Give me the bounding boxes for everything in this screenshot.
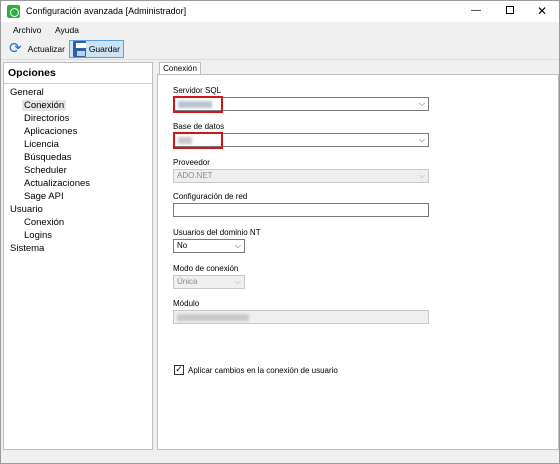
save-label: Guardar bbox=[88, 44, 120, 54]
tree-item-usuario[interactable]: Usuario bbox=[10, 204, 43, 215]
tree-item-general[interactable]: General bbox=[10, 87, 44, 98]
check-icon: ✓ bbox=[175, 365, 183, 375]
proveedor-label: Proveedor bbox=[173, 158, 210, 167]
chevron-down-icon: ⌵ bbox=[418, 171, 425, 180]
base-label: Base de datos bbox=[173, 122, 225, 131]
status-bar bbox=[1, 452, 559, 463]
chevron-down-icon: ⌵ bbox=[234, 277, 241, 286]
proveedor-combo: ADO.NET ⌵ bbox=[173, 169, 429, 183]
minimize-icon: — bbox=[471, 5, 481, 16]
servidor-label: Servidor SQL bbox=[173, 86, 222, 95]
modulo-label: Módulo bbox=[173, 299, 200, 308]
tree-item-actualizaciones[interactable]: Actualizaciones bbox=[24, 178, 90, 189]
maximize-button[interactable] bbox=[495, 1, 525, 22]
tree-item-logins[interactable]: Logins bbox=[24, 230, 52, 241]
menu-bar: Archivo Ayuda bbox=[1, 22, 559, 38]
chevron-down-icon: ⌵ bbox=[234, 241, 241, 250]
usuarios-nt-value: No bbox=[177, 241, 188, 250]
menu-archivo[interactable]: Archivo bbox=[13, 25, 41, 35]
options-title: Opciones bbox=[8, 67, 56, 79]
window-title: Configuración avanzada [Administrador] bbox=[26, 6, 187, 16]
options-divider bbox=[4, 83, 152, 84]
close-button[interactable]: ✕ bbox=[527, 1, 557, 22]
toolbar: Actualizar Guardar bbox=[1, 38, 559, 60]
tree-item-sage-api[interactable]: Sage API bbox=[24, 191, 64, 202]
modo-combo: Única ⌵ bbox=[173, 275, 245, 289]
tree-item-sistema[interactable]: Sistema bbox=[10, 243, 44, 254]
save-icon bbox=[73, 41, 86, 57]
apply-changes-checkbox[interactable]: ✓ bbox=[174, 365, 184, 375]
proveedor-value: ADO.NET bbox=[177, 171, 213, 180]
modo-value: Única bbox=[177, 277, 198, 286]
tree-item-usuario-conexion[interactable]: Conexión bbox=[24, 217, 64, 228]
red-input[interactable] bbox=[173, 203, 429, 217]
tree-item-aplicaciones[interactable]: Aplicaciones bbox=[24, 126, 77, 137]
close-icon: ✕ bbox=[536, 4, 548, 18]
tab-content: Servidor SQL ⌵ Base de datos ⌵ Proveedor… bbox=[157, 74, 559, 450]
minimize-button[interactable]: — bbox=[461, 1, 491, 22]
refresh-label: Actualizar bbox=[27, 44, 65, 54]
refresh-button[interactable]: Actualizar bbox=[6, 39, 68, 58]
refresh-icon bbox=[9, 39, 25, 57]
maximize-icon bbox=[506, 6, 514, 15]
modulo-value-redacted bbox=[177, 314, 249, 321]
app-window: Configuración avanzada [Administrador] —… bbox=[0, 0, 560, 464]
tree-item-busquedas[interactable]: Búsquedas bbox=[24, 152, 72, 163]
content-panel: Conexión Servidor SQL ⌵ Base de datos ⌵ … bbox=[157, 62, 559, 450]
options-panel: Opciones General Conexión Directorios Ap… bbox=[3, 62, 153, 450]
base-highlight bbox=[173, 132, 223, 149]
chevron-down-icon: ⌵ bbox=[418, 135, 425, 144]
chevron-down-icon: ⌵ bbox=[418, 99, 425, 108]
usuarios-nt-combo[interactable]: No ⌵ bbox=[173, 239, 245, 253]
save-button[interactable]: Guardar bbox=[69, 40, 124, 58]
apply-changes-label: Aplicar cambios en la conexión de usuari… bbox=[188, 366, 338, 375]
tree-item-directorios[interactable]: Directorios bbox=[24, 113, 69, 124]
menu-ayuda[interactable]: Ayuda bbox=[55, 25, 79, 35]
modulo-input bbox=[173, 310, 429, 324]
modo-label: Modo de conexión bbox=[173, 264, 239, 273]
servidor-highlight bbox=[173, 96, 223, 113]
tree-item-scheduler[interactable]: Scheduler bbox=[24, 165, 67, 176]
title-bar: Configuración avanzada [Administrador] —… bbox=[1, 1, 559, 22]
app-icon bbox=[7, 5, 20, 18]
tree-item-licencia[interactable]: Licencia bbox=[24, 139, 59, 150]
tree-item-conexion[interactable]: Conexión bbox=[22, 100, 67, 111]
red-label: Configuración de red bbox=[173, 192, 248, 201]
usuarios-nt-label: Usuarios del dominio NT bbox=[173, 228, 261, 237]
